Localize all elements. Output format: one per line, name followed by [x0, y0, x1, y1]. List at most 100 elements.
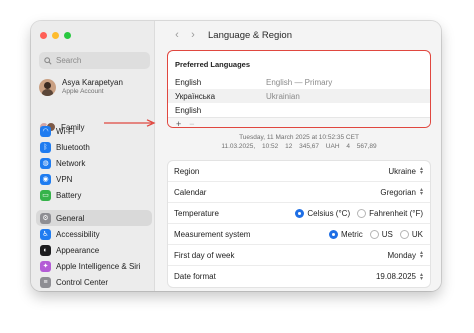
- date-format-select[interactable]: 19.08.2025 ▴ ▾: [375, 271, 423, 282]
- sidebar-system-group: ⚙ General ♿ Accessibility ◐ Appearance ✦ Apple …: [36, 210, 152, 290]
- avatar: [39, 78, 56, 96]
- temperature-row: Temperature Celsius (°C) Fahrenheit (°F): [168, 203, 430, 224]
- updown-chevron-icon: ▴ ▾: [419, 187, 423, 197]
- gear-icon: ⚙: [40, 212, 51, 224]
- date-format-row: Date format 19.08.2025 ▴ ▾: [168, 266, 430, 287]
- back-button[interactable]: ‹: [170, 28, 184, 42]
- language-row[interactable]: English: [168, 103, 430, 117]
- uk-label: UK: [411, 229, 423, 239]
- preferred-languages-panel: Preferred Languages English English — Pr…: [167, 50, 431, 128]
- updown-chevron-icon: ▴ ▾: [419, 271, 423, 282]
- radio-selected-icon: [295, 208, 305, 218]
- sidebar-item-label: Battery: [56, 190, 82, 200]
- first-day-select[interactable]: Monday ▴ ▾: [387, 250, 423, 260]
- appearance-icon: ◐: [40, 244, 51, 256]
- region-label: Region: [174, 166, 200, 176]
- first-day-label: First day of week: [174, 250, 235, 260]
- preferred-languages-title: Preferred Languages: [175, 60, 251, 69]
- search-icon: [44, 56, 52, 65]
- calendar-select[interactable]: Gregorian ▴ ▾: [380, 187, 423, 197]
- temperature-label: Temperature: [174, 208, 219, 218]
- language-native: English — Primary: [266, 77, 333, 87]
- date-format-value: 19.08.2025: [375, 272, 416, 281]
- sidebar-item-label: Apple Intelligence & Siri: [56, 261, 141, 271]
- remove-language-button[interactable]: −: [189, 119, 194, 128]
- search-field[interactable]: Search: [39, 52, 150, 69]
- add-language-button[interactable]: +: [176, 119, 181, 128]
- sidebar-item-battery[interactable]: ▭ Battery: [36, 187, 152, 203]
- radio-selected-icon: [328, 229, 338, 239]
- annotation-arrow-icon: [104, 119, 156, 127]
- sidebar-item-label: Bluetooth: [56, 142, 90, 152]
- sidebar-item-general[interactable]: ⚙ General: [36, 210, 152, 226]
- sidebar-item-accessibility[interactable]: ♿ Accessibility: [36, 226, 152, 242]
- chevron-left-icon: ‹: [175, 29, 179, 41]
- us-radio[interactable]: US: [369, 229, 393, 239]
- sidebar-item-label: General: [56, 213, 85, 223]
- sidebar-network-group: ◠ Wi-Fi ᛒ Bluetooth ◍ Network ◉ VPN ▭ Battery: [36, 123, 152, 203]
- language-native: Ukrainian: [266, 91, 300, 101]
- sidebar-item-label: Network: [56, 158, 86, 168]
- metric-label: Metric: [340, 229, 363, 239]
- bluetooth-icon: ᛒ: [40, 141, 51, 153]
- vpn-icon: ◉: [40, 173, 51, 185]
- apple-account-item[interactable]: Asya Karapetyan Apple Account: [39, 76, 151, 98]
- accessibility-icon: ♿: [40, 228, 51, 240]
- sidebar-item-apple-intelligence-siri[interactable]: ✦ Apple Intelligence & Siri: [36, 258, 152, 274]
- language-row[interactable]: English English — Primary: [168, 75, 430, 89]
- first-day-value: Monday: [387, 250, 416, 260]
- metric-radio[interactable]: Metric: [328, 229, 363, 239]
- updown-chevron-icon: ▴ ▾: [419, 166, 423, 176]
- zoom-window-button[interactable]: [64, 32, 71, 39]
- sidebar-item-vpn[interactable]: ◉ VPN: [36, 171, 152, 187]
- language-row[interactable]: Українська Ukrainian: [168, 89, 430, 103]
- search-placeholder: Search: [56, 56, 82, 65]
- account-name: Asya Karapetyan: [62, 78, 123, 87]
- siri-icon: ✦: [40, 260, 51, 272]
- fahrenheit-label: Fahrenheit (°F): [369, 208, 423, 218]
- toolbar: ‹ › Language & Region: [155, 21, 441, 49]
- sidebar-item-label: Wi-Fi: [56, 126, 75, 136]
- sidebar: Search Asya Karapetyan Apple Account Fam…: [31, 21, 155, 291]
- celsius-label: Celsius (°C): [307, 208, 351, 218]
- radio-unselected-icon: [369, 229, 379, 239]
- us-label: US: [381, 229, 393, 239]
- uk-radio[interactable]: UK: [399, 229, 423, 239]
- language-name: English: [175, 105, 202, 115]
- format-preview-numbers: 11.03.2025, 10:52 12 345,67 UAH 4 567,89: [221, 143, 377, 150]
- sidebar-item-appearance[interactable]: ◐ Appearance: [36, 242, 152, 258]
- battery-icon: ▭: [40, 189, 51, 201]
- region-value: Ukraine: [388, 166, 416, 176]
- sidebar-item-label: VPN: [56, 174, 73, 184]
- sidebar-item-control-center[interactable]: ≡ Control Center: [36, 274, 152, 290]
- fahrenheit-radio[interactable]: Fahrenheit (°F): [357, 208, 423, 218]
- celsius-radio[interactable]: Celsius (°C): [295, 208, 351, 218]
- calendar-value: Gregorian: [380, 187, 416, 197]
- updown-chevron-icon: ▴ ▾: [419, 250, 423, 260]
- minimize-window-button[interactable]: [52, 32, 59, 39]
- globe-icon: ◍: [40, 157, 51, 169]
- page-title: Language & Region: [208, 29, 292, 41]
- main-pane: ‹ › Language & Region Preferred Language…: [155, 21, 441, 291]
- format-preview: Tuesday, 11 March 2025 at 10:52:35 CET 1…: [167, 133, 431, 151]
- settings-window: Search Asya Karapetyan Apple Account Fam…: [31, 21, 441, 291]
- sidebar-item-label: Accessibility: [56, 229, 100, 239]
- date-format-label: Date format: [174, 272, 216, 281]
- close-window-button[interactable]: [40, 32, 47, 39]
- sidebar-item-bluetooth[interactable]: ᛒ Bluetooth: [36, 139, 152, 155]
- first-day-row: First day of week Monday ▴ ▾: [168, 245, 430, 266]
- measurement-label: Measurement system: [174, 229, 251, 239]
- add-remove-bar: + −: [168, 117, 430, 128]
- chevron-right-icon: ›: [191, 29, 195, 41]
- window-controls: [40, 32, 71, 39]
- format-preview-date: Tuesday, 11 March 2025 at 10:52:35 CET: [239, 134, 359, 141]
- language-name: English: [175, 77, 202, 87]
- sidebar-item-label: Appearance: [56, 245, 100, 255]
- radio-unselected-icon: [399, 229, 409, 239]
- calendar-label: Calendar: [174, 187, 207, 197]
- forward-button[interactable]: ›: [186, 28, 200, 42]
- sidebar-item-network[interactable]: ◍ Network: [36, 155, 152, 171]
- region-select[interactable]: Ukraine ▴ ▾: [388, 166, 423, 176]
- language-name: Українська: [175, 91, 216, 101]
- region-settings-list: Region Ukraine ▴ ▾ Calendar Gregorian ▴ ▾ …: [167, 160, 431, 288]
